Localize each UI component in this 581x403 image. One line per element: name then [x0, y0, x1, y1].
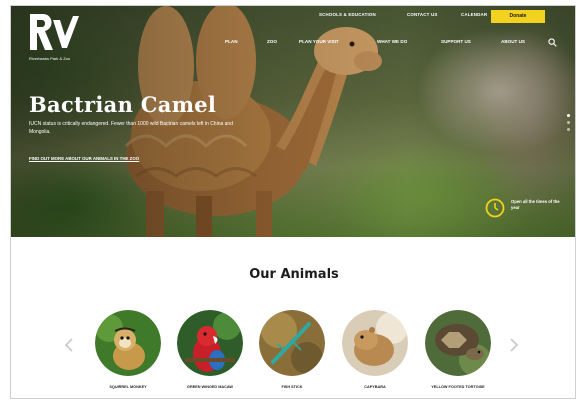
- site-logo[interactable]: Riverbanks Park & Zoo: [27, 12, 87, 68]
- top-link-calendar[interactable]: Calendar: [461, 12, 487, 17]
- slide-indicator: [567, 114, 571, 140]
- slide-dot-3[interactable]: [567, 128, 570, 131]
- animal-name: Squirrel Monkey: [109, 385, 147, 389]
- animal-card[interactable]: Capybara: [340, 310, 410, 398]
- clock-icon: [485, 198, 505, 218]
- stick-insect-image: [259, 310, 325, 376]
- animal-name: Capybara: [364, 385, 386, 389]
- opening-hours-text: Open all the times of the year: [511, 199, 560, 210]
- logo-text: Riverbanks Park & Zoo: [29, 56, 71, 61]
- nav-item-what-we-do[interactable]: What We Do: [377, 39, 407, 44]
- hero-cta-link[interactable]: Find out more about our animals in the Z…: [29, 156, 139, 161]
- animal-name: Yellow Footed Tortoise: [431, 385, 485, 389]
- capybara-image: [342, 310, 408, 376]
- animal-card[interactable]: Yellow Footed Tortoise: [423, 310, 493, 398]
- nav-item-about-us[interactable]: About Us: [501, 39, 525, 44]
- nav-item-plan[interactable]: Plan: [225, 39, 238, 44]
- carousel-next-icon[interactable]: [508, 337, 520, 353]
- utility-nav: Schools & Education Contact Us Calendar …: [311, 10, 563, 23]
- animal-name: Fish Stick: [281, 385, 303, 389]
- main-nav: Plan Zoo Plan Your Visit What We Do Supp…: [211, 37, 569, 49]
- top-link-schools[interactable]: Schools & Education: [319, 12, 376, 17]
- squirrel-monkey-image: [95, 310, 161, 376]
- carousel-prev-icon[interactable]: [63, 337, 75, 353]
- macaw-image: [177, 310, 243, 376]
- top-link-contact[interactable]: Contact Us: [407, 12, 437, 17]
- hero-title: Bactrian Camel: [29, 92, 217, 117]
- nav-item-plan-your-visit[interactable]: Plan Your Visit: [299, 39, 339, 44]
- tortoise-image: [425, 310, 491, 376]
- slide-dot-2[interactable]: [567, 121, 570, 124]
- nav-item-zoo[interactable]: Zoo: [267, 39, 277, 44]
- search-icon[interactable]: [548, 38, 557, 47]
- slide-dot-1[interactable]: [567, 114, 570, 117]
- rv-logo-icon: [30, 14, 79, 50]
- animal-card[interactable]: Squirrel Monkey: [93, 310, 163, 398]
- browser-page: Riverbanks Park & Zoo Schools & Educatio…: [10, 5, 576, 399]
- hero-description: IUCN status is critically endangered. Fe…: [29, 121, 233, 135]
- nav-item-support-us[interactable]: Support Us: [441, 39, 471, 44]
- animal-card[interactable]: Fish Stick: [257, 310, 327, 398]
- donate-button[interactable]: Donate: [491, 10, 545, 23]
- hero-banner: Riverbanks Park & Zoo Schools & Educatio…: [11, 6, 575, 237]
- opening-hours-badge[interactable]: Open all the times of the year: [485, 196, 565, 222]
- animal-card[interactable]: Green Winged Macaw: [175, 310, 245, 398]
- animals-section: Our Animals Squirrel Monkey: [11, 237, 575, 398]
- section-title: Our Animals: [249, 267, 339, 282]
- animal-name: Green Winged Macaw: [187, 385, 233, 389]
